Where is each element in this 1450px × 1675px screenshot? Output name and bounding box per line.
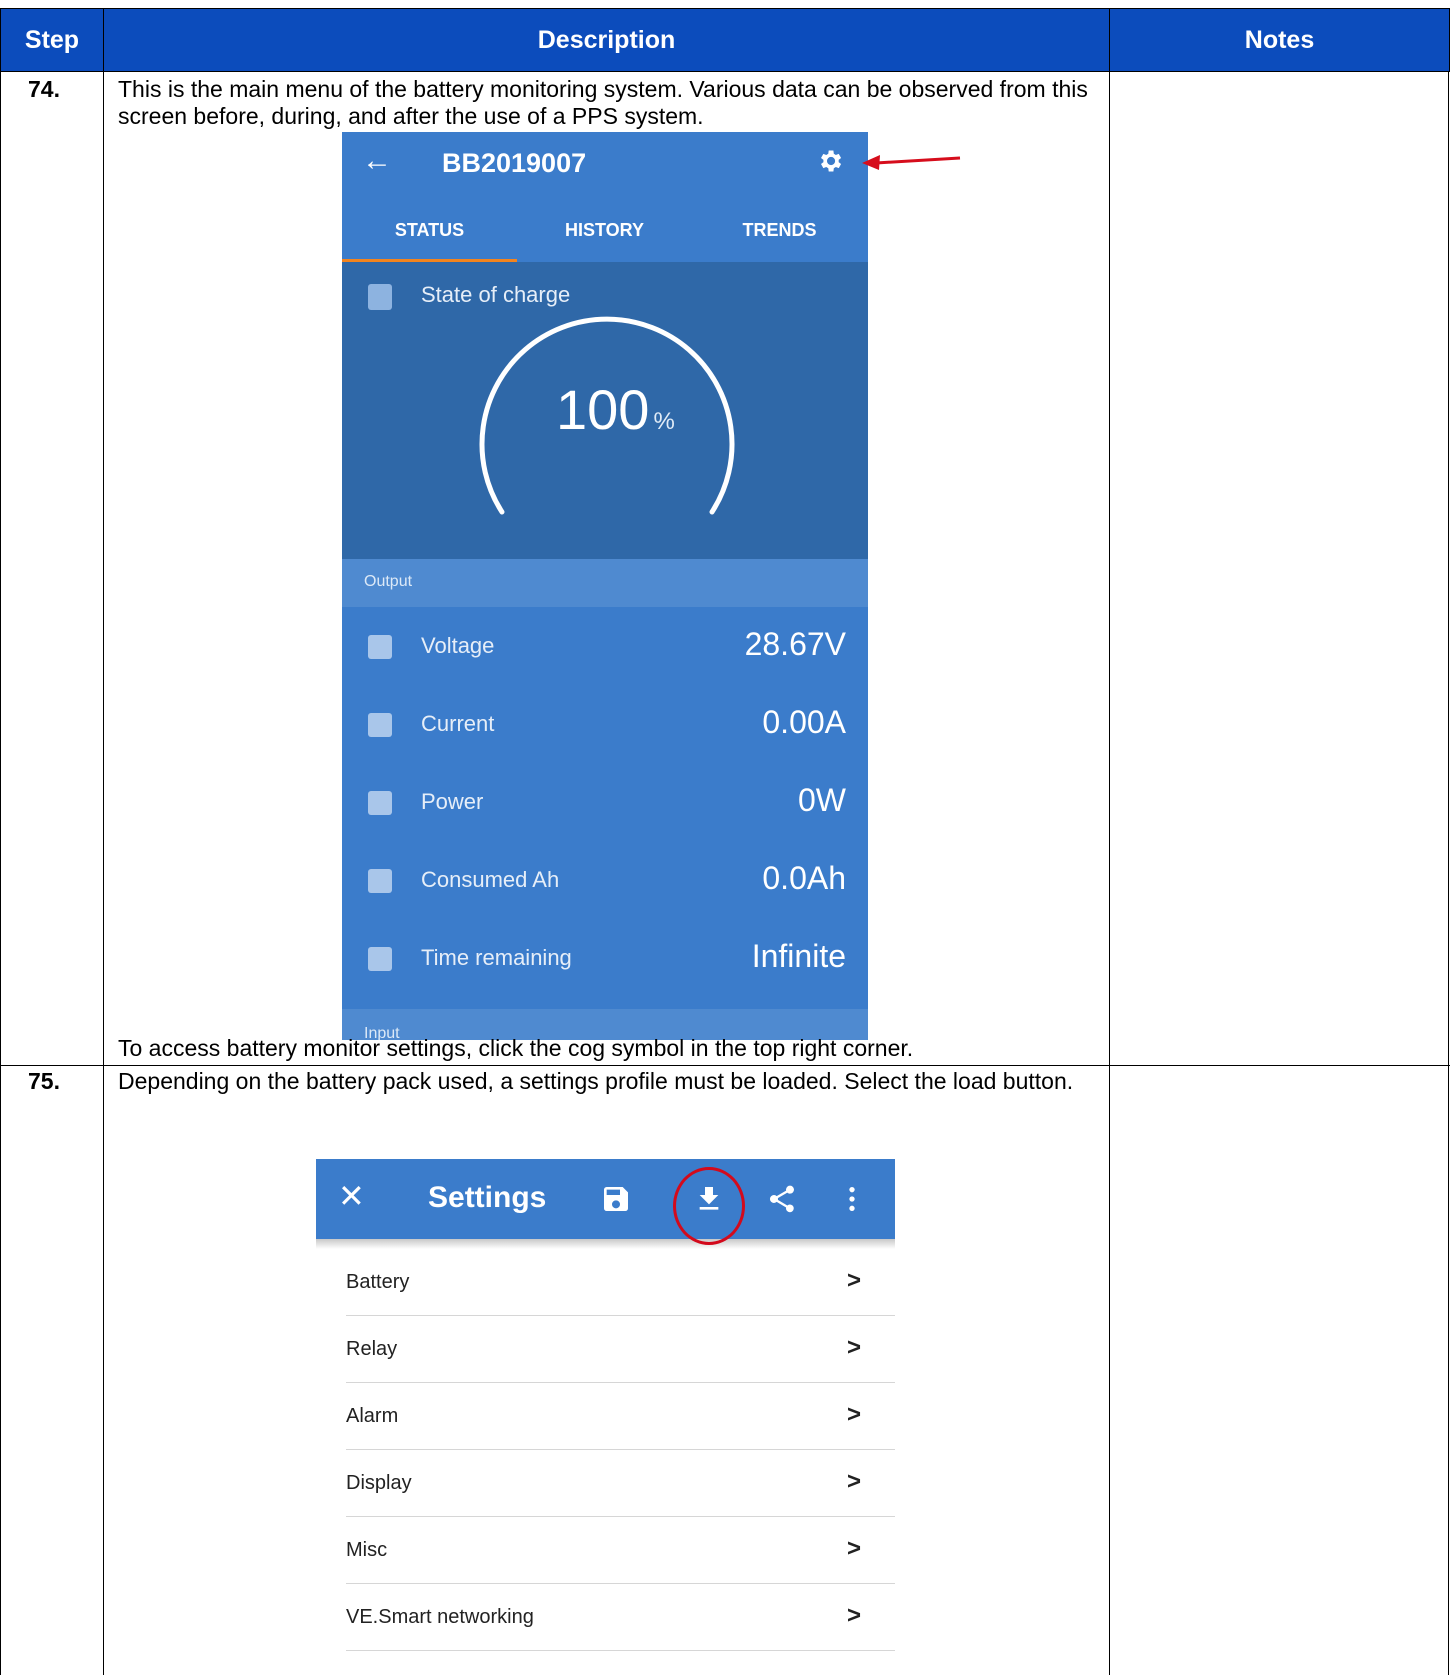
row-value: Infinite <box>751 938 846 974</box>
header-description: Description <box>103 8 1109 72</box>
output-section-header: Output <box>342 559 868 607</box>
item-label: Misc <box>346 1539 388 1561</box>
device-title: BB2019007 <box>442 148 587 178</box>
back-arrow-icon[interactable]: ← <box>362 144 392 178</box>
battery-icon <box>368 284 392 310</box>
settings-toolbar: ✕ Settings <box>316 1159 895 1239</box>
tab-status[interactable]: STATUS <box>342 220 517 241</box>
chevron-right-icon: > <box>846 1602 861 1629</box>
chevron-right-icon: > <box>846 1267 861 1294</box>
row-label: Power <box>421 789 484 814</box>
soc-label: State of charge <box>421 282 571 307</box>
settings-item-alarm[interactable]: Alarm > <box>346 1383 895 1450</box>
row-value: 0W <box>798 782 846 818</box>
procedure-table: Step Description Notes 74. This is the m… <box>0 0 1450 1675</box>
settings-item-misc[interactable]: Misc > <box>346 1517 895 1584</box>
row-label: Current <box>421 711 495 736</box>
list-item[interactable]: Current 0.00A <box>342 685 868 763</box>
soc-unit: % <box>653 408 675 435</box>
list-item[interactable]: Time remaining Infinite <box>342 919 868 997</box>
row-divider <box>0 1065 1450 1066</box>
column-divider <box>1109 72 1110 1675</box>
table-border-left <box>0 72 1 1675</box>
chevron-right-icon: > <box>846 1535 861 1562</box>
list-item[interactable]: Consumed Ah 0.0Ah <box>342 841 868 919</box>
item-label: Relay <box>346 1338 398 1360</box>
settings-screenshot: ✕ Settings Battery > Relay > Alarm > Dis… <box>316 1159 895 1675</box>
tab-trends[interactable]: TRENDS <box>692 220 867 241</box>
power-icon <box>368 791 392 815</box>
step-description: This is the main menu of the battery mon… <box>118 76 1088 129</box>
clock-icon <box>368 947 392 971</box>
table-border-right <box>1448 72 1449 1675</box>
gear-icon[interactable] <box>816 147 844 175</box>
header-notes: Notes <box>1109 8 1450 72</box>
close-icon[interactable]: ✕ <box>338 1177 365 1215</box>
list-item[interactable]: Voltage 28.67V <box>342 607 868 685</box>
voltage-icon <box>368 635 392 659</box>
list-item[interactable]: Power 0W <box>342 763 868 841</box>
header-step: Step <box>0 8 103 72</box>
output-label: Output <box>364 573 413 590</box>
soc-value: 100% <box>556 377 675 442</box>
share-icon[interactable] <box>766 1183 798 1215</box>
row-value: 0.0Ah <box>762 860 846 896</box>
row-label: Consumed Ah <box>421 867 560 892</box>
item-label: Display <box>346 1472 412 1494</box>
settings-item-ve-smart-networking[interactable]: VE.Smart networking > <box>346 1584 895 1651</box>
row-label: Time remaining <box>421 945 572 970</box>
consumed-icon <box>368 869 392 893</box>
chevron-right-icon: > <box>846 1401 861 1428</box>
item-label: Alarm <box>346 1405 399 1427</box>
row-divider <box>0 71 1450 72</box>
more-icon[interactable] <box>836 1183 868 1215</box>
item-label: Battery <box>346 1271 410 1293</box>
chevron-right-icon: > <box>846 1334 861 1361</box>
chevron-right-icon: > <box>846 1468 861 1495</box>
step-description: Depending on the battery pack used, a se… <box>118 1068 1074 1094</box>
row-label: Voltage <box>421 633 495 658</box>
save-icon[interactable] <box>600 1183 632 1215</box>
current-icon <box>368 713 392 737</box>
step-number: 75. <box>28 1068 60 1094</box>
row-value: 28.67V <box>744 626 846 662</box>
step-number: 74. <box>28 76 60 102</box>
red-arrow-icon <box>862 155 961 170</box>
soc-number: 100 <box>556 378 650 441</box>
settings-title: Settings <box>428 1181 547 1214</box>
status-screenshot: ← BB2019007 STATUS HISTORY TRENDS State … <box>342 132 868 1040</box>
row-value: 0.00A <box>762 704 846 740</box>
column-divider <box>103 72 104 1675</box>
highlight-circle <box>673 1167 745 1245</box>
tab-history[interactable]: HISTORY <box>517 220 692 241</box>
step-note: To access battery monitor settings, clic… <box>118 1035 914 1061</box>
settings-item-relay[interactable]: Relay > <box>346 1316 895 1383</box>
settings-item-display[interactable]: Display > <box>346 1450 895 1517</box>
settings-item-battery[interactable]: Battery > <box>346 1249 895 1316</box>
toolbar-shadow <box>316 1239 895 1249</box>
item-label: VE.Smart networking <box>346 1606 534 1628</box>
state-of-charge-panel: State of charge 100% <box>342 262 868 559</box>
